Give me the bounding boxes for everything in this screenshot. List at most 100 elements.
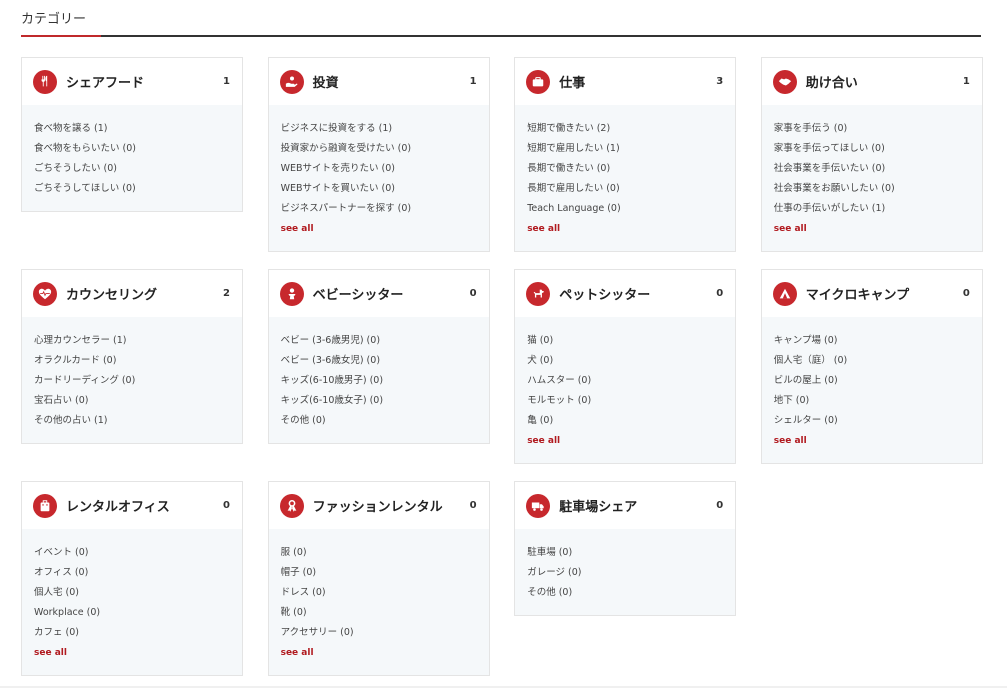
category-count: 1 bbox=[223, 76, 230, 87]
subcategory-link[interactable]: オフィス (0) bbox=[34, 563, 230, 583]
subcategory-link[interactable]: ドレス (0) bbox=[281, 583, 477, 603]
subcategory-link[interactable]: モルモット (0) bbox=[527, 391, 723, 411]
category-card: 助け合い 1 家事を手伝う (0) 家事を手伝ってほしい (0) 社会事業を手伝いたい … bbox=[760, 57, 983, 252]
see-all-link[interactable]: see all bbox=[527, 431, 723, 451]
see-all-link[interactable]: see all bbox=[527, 219, 723, 239]
subcategory-link[interactable]: Teach Language (0) bbox=[527, 199, 723, 219]
subcategory-link[interactable]: Workplace (0) bbox=[34, 603, 230, 623]
subcategory-link[interactable]: ごちそうしてほしい (0) bbox=[34, 179, 230, 199]
category-title[interactable]: ベビーシッター bbox=[313, 284, 477, 303]
subcategory-link[interactable]: 短期で雇用したい (1) bbox=[527, 139, 723, 159]
subcategory-link[interactable]: 亀 (0) bbox=[527, 411, 723, 431]
category-title[interactable]: 助け合い bbox=[806, 72, 970, 91]
subcategory-link[interactable]: カフェ (0) bbox=[34, 623, 230, 643]
subcategory-link[interactable]: イベント (0) bbox=[34, 543, 230, 563]
utensils-icon bbox=[33, 69, 57, 94]
subcategory-link[interactable]: 家事を手伝ってほしい (0) bbox=[774, 139, 970, 159]
see-all-link[interactable]: see all bbox=[774, 431, 970, 451]
category-title[interactable]: マイクロキャンプ bbox=[806, 284, 970, 303]
subcategory-link[interactable]: 食べ物をもらいたい (0) bbox=[34, 139, 230, 159]
subcategory-link[interactable]: 長期で働きたい (0) bbox=[527, 159, 723, 179]
handshake-icon bbox=[772, 69, 797, 94]
subcategory-list: ベビー (3-6歳男児) (0) ベビー (3-6歳女児) (0) キッズ(6-10… bbox=[268, 317, 489, 443]
subcategory-link[interactable]: ビルの屋上 (0) bbox=[774, 371, 970, 391]
subcategory-link[interactable]: ハムスター (0) bbox=[527, 371, 723, 391]
subcategory-link[interactable]: 社会事業を手伝いたい (0) bbox=[774, 159, 970, 179]
subcategory-link[interactable]: ビジネスに投資をする (1) bbox=[281, 119, 477, 139]
see-all-link[interactable]: see all bbox=[281, 643, 477, 663]
subcategory-link[interactable]: ガレージ (0) bbox=[527, 563, 723, 583]
subcategory-link[interactable]: 家事を手伝う (0) bbox=[774, 119, 970, 139]
subcategory-link[interactable]: 個人宅（庭） (0) bbox=[774, 351, 970, 371]
subcategory-link[interactable]: 地下 (0) bbox=[774, 391, 970, 411]
heartbeat-icon bbox=[33, 281, 57, 306]
subcategory-link[interactable]: ベビー (3-6歳男児) (0) bbox=[281, 331, 477, 351]
category-header[interactable]: ペットシッター 0 bbox=[515, 270, 736, 317]
subcategory-link[interactable]: 仕事の手伝いがしたい (1) bbox=[774, 199, 970, 219]
category-count: 0 bbox=[716, 500, 724, 511]
category-header[interactable]: カウンセリング 2 bbox=[22, 270, 242, 317]
subcategory-link[interactable]: キッズ(6-10歳男子) (0) bbox=[281, 371, 477, 391]
subcategory-list: イベント (0) オフィス (0) 個人宅 (0) Workplace (0) カフェ … bbox=[22, 529, 242, 675]
category-header[interactable]: マイクロキャンプ 0 bbox=[761, 270, 982, 317]
category-card: 投資 1 ビジネスに投資をする (1) 投資家から融資を受けたい (0) WEBサイトを… bbox=[267, 57, 490, 252]
subcategory-link[interactable]: WEBサイトを買いたい (0) bbox=[281, 179, 477, 199]
subcategory-link[interactable]: 個人宅 (0) bbox=[34, 583, 230, 603]
subcategory-link[interactable]: キッズ(6-10歳女子) (0) bbox=[281, 391, 477, 411]
subcategory-link[interactable]: 長期で雇用したい (0) bbox=[527, 179, 723, 199]
subcategory-link[interactable]: 宝石占い (0) bbox=[34, 391, 230, 411]
subcategory-link[interactable]: アクセサリー (0) bbox=[281, 623, 477, 643]
subcategory-list: 駐車場 (0) ガレージ (0) その他 (0) bbox=[515, 529, 736, 615]
category-count: 1 bbox=[962, 76, 970, 87]
subcategory-link[interactable]: ごちそうしたい (0) bbox=[34, 159, 230, 179]
category-title[interactable]: ファッションレンタル bbox=[313, 496, 477, 515]
subcategory-link[interactable]: ベビー (3-6歳女児) (0) bbox=[281, 351, 477, 371]
category-header[interactable]: 投資 1 bbox=[268, 58, 489, 105]
category-header[interactable]: 仕事 3 bbox=[515, 58, 736, 105]
subcategory-link[interactable]: WEBサイトを売りたい (0) bbox=[281, 159, 477, 179]
category-card: カウンセリング 2 心理カウンセラー (1) オラクルカード (0) カードリーディング… bbox=[21, 269, 243, 444]
subcategory-link[interactable]: その他の占い (1) bbox=[34, 411, 230, 431]
see-all-link[interactable]: see all bbox=[34, 643, 230, 663]
subcategory-link[interactable]: 社会事業をお願いしたい (0) bbox=[774, 179, 970, 199]
see-all-link[interactable]: see all bbox=[774, 219, 970, 239]
subcategory-link[interactable]: 駐車場 (0) bbox=[527, 543, 723, 563]
category-title[interactable]: カウンセリング bbox=[66, 284, 230, 303]
subcategory-link[interactable]: シェルター (0) bbox=[774, 411, 970, 431]
subcategory-link[interactable]: 帽子 (0) bbox=[281, 563, 477, 583]
subcategory-link[interactable]: 投資家から融資を受けたい (0) bbox=[281, 139, 477, 159]
subcategory-link[interactable]: 犬 (0) bbox=[527, 351, 723, 371]
category-title[interactable]: シェアフード bbox=[66, 72, 230, 91]
category-count: 0 bbox=[962, 288, 970, 299]
title-divider-accent bbox=[21, 35, 101, 37]
subcategory-link[interactable]: 短期で働きたい (2) bbox=[527, 119, 723, 139]
baby-icon bbox=[279, 281, 304, 306]
subcategory-link[interactable]: 心理カウンセラー (1) bbox=[34, 331, 230, 351]
category-title[interactable]: ペットシッター bbox=[559, 284, 723, 303]
category-title[interactable]: 仕事 bbox=[559, 72, 723, 91]
category-title[interactable]: 投資 bbox=[313, 72, 477, 91]
subcategory-link[interactable]: 食べ物を譲る (1) bbox=[34, 119, 230, 139]
see-all-link[interactable]: see all bbox=[281, 219, 477, 239]
category-header[interactable]: ベビーシッター 0 bbox=[268, 270, 489, 317]
category-header[interactable]: 助け合い 1 bbox=[761, 58, 982, 105]
subcategory-link[interactable]: ビジネスパートナーを探す (0) bbox=[281, 199, 477, 219]
category-count: 0 bbox=[469, 288, 477, 299]
category-header[interactable]: シェアフード 1 bbox=[22, 58, 242, 105]
category-header[interactable]: 駐車場シェア 0 bbox=[515, 482, 736, 529]
subcategory-link[interactable]: 靴 (0) bbox=[281, 603, 477, 623]
subcategory-link[interactable]: オラクルカード (0) bbox=[34, 351, 230, 371]
subcategory-link[interactable]: カードリーディング (0) bbox=[34, 371, 230, 391]
subcategory-link[interactable]: その他 (0) bbox=[281, 411, 477, 431]
category-header[interactable]: ファッションレンタル 0 bbox=[268, 482, 489, 529]
subcategory-link[interactable]: その他 (0) bbox=[527, 583, 723, 603]
category-header[interactable]: レンタルオフィス 0 bbox=[22, 482, 242, 529]
category-title[interactable]: 駐車場シェア bbox=[559, 496, 723, 515]
page-title: カテゴリー bbox=[21, 12, 87, 27]
subcategory-list: 猫 (0) 犬 (0) ハムスター (0) モルモット (0) 亀 (0) see all bbox=[515, 317, 736, 463]
subcategory-link[interactable]: 服 (0) bbox=[281, 543, 477, 563]
category-count: 0 bbox=[223, 500, 230, 511]
category-title[interactable]: レンタルオフィス bbox=[66, 496, 230, 515]
subcategory-link[interactable]: 猫 (0) bbox=[527, 331, 723, 351]
subcategory-link[interactable]: キャンプ場 (0) bbox=[774, 331, 970, 351]
